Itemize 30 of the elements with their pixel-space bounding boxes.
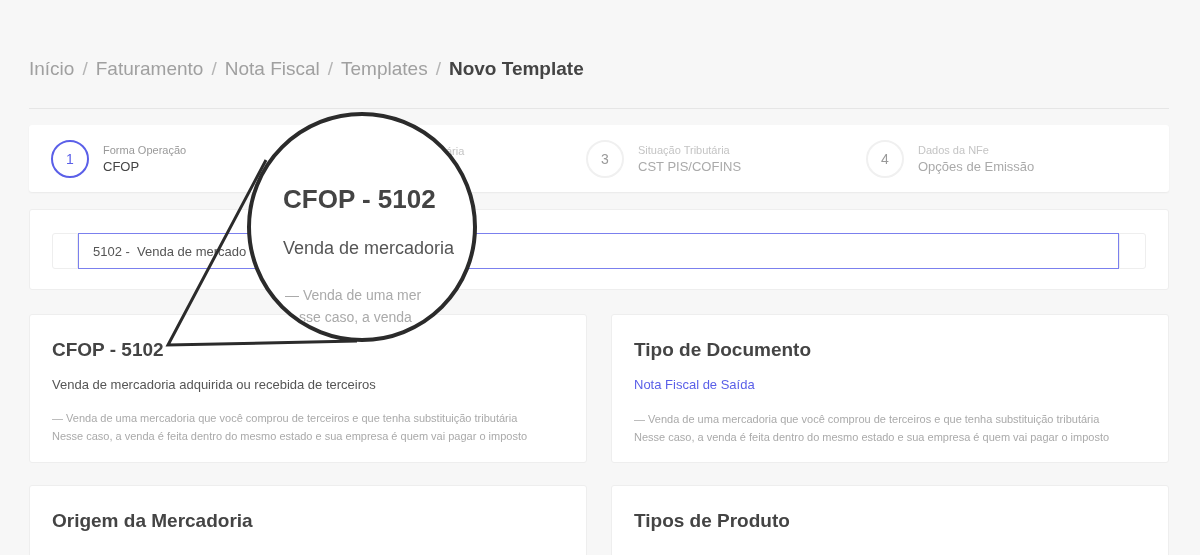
breadcrumb-link[interactable]: Nota Fiscal — [224, 58, 320, 80]
breadcrumb-link[interactable]: Novo Template — [448, 58, 584, 80]
breadcrumb-separator: / — [435, 58, 441, 80]
card-description: Venda de mercadoria adquirida ou recebida de terceiros — [52, 377, 377, 392]
breadcrumb-separator: / — [211, 58, 217, 80]
step-title: Opções de Emissão — [918, 158, 1035, 174]
step-number[interactable]: 1 — [51, 139, 89, 178]
magnified-note: — Venda de uma mer sse caso, a venda — [285, 286, 422, 327]
magnified-description: Venda de mercadoria — [283, 238, 455, 259]
step-label: Forma Operação — [103, 143, 187, 156]
breadcrumb-link[interactable]: Faturamento — [95, 58, 204, 80]
card-title: Tipo de Documento — [634, 339, 812, 361]
document-type-link[interactable]: Nota Fiscal de Saída — [634, 377, 755, 392]
card-title: CFOP - 5102 — [52, 339, 165, 361]
step-title: CST PIS/COFINS — [638, 158, 742, 174]
magnified-title: CFOP - 5102 — [283, 184, 436, 215]
breadcrumb-separator: / — [327, 58, 334, 80]
breadcrumb-separator: / — [82, 58, 88, 80]
step-label: Dados da NFe — [918, 143, 990, 156]
input-addon — [1119, 233, 1146, 269]
step-title: CFOP — [103, 158, 141, 174]
card-title: Origem da Mercadoria — [52, 510, 254, 532]
card-title: Tipos de Produto — [634, 510, 791, 532]
card-note: — Venda de uma mercadoria que você comprou de terceiros e que tenha substituição tributária Nesse caso, a venda é feita dentro do mesmo estado e sua empresa é quem vai pagar o imposto — [634, 412, 1111, 445]
step-label: Situação Tributária — [638, 143, 731, 156]
step-number[interactable]: 4 — [866, 139, 904, 178]
breadcrumb-link[interactable]: Templates — [341, 58, 428, 80]
card-note: — Venda de uma mercadoria que você comprou de terceiros e que tenha substituição tributária Nesse caso, a venda é feita dentro do mesmo estado e sua empresa é quem vai pagar o imposto — [52, 411, 529, 444]
step-number[interactable]: 3 — [586, 139, 624, 178]
breadcrumb-link[interactable]: Início — [29, 58, 75, 80]
